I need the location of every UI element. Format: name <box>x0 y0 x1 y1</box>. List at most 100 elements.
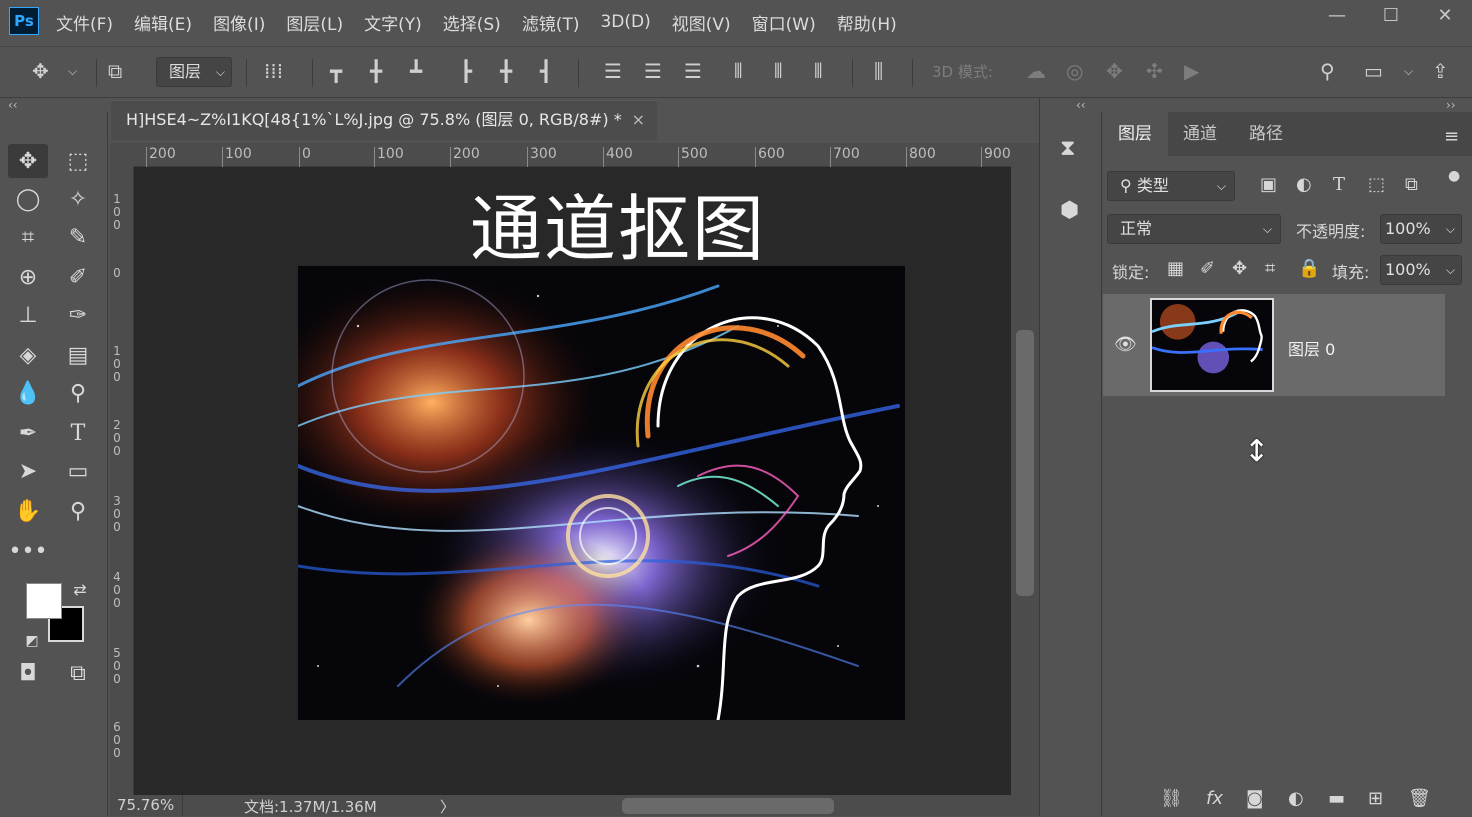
opacity-field[interactable]: 100% ⌵ <box>1380 214 1462 244</box>
menu-item[interactable]: 文字(Y) <box>364 10 422 35</box>
menu-item[interactable]: 视图(V) <box>672 10 731 35</box>
chevron-down-icon[interactable]: ⌵ <box>68 59 77 83</box>
menu-item[interactable]: 图像(I) <box>213 10 265 35</box>
horizontal-scroll-thumb[interactable] <box>622 798 834 814</box>
canvas-image[interactable] <box>298 266 905 720</box>
menu-item[interactable]: 文件(F) <box>56 10 113 35</box>
default-colors-icon[interactable]: ◩ <box>18 624 46 658</box>
tab-layers[interactable]: 图层 <box>1102 112 1168 156</box>
pen-tool-icon[interactable]: ✒ <box>8 416 48 450</box>
adjustment-layer-icon[interactable]: ◐ <box>1288 788 1304 809</box>
distribute-vcenter-icon[interactable]: ☰ <box>644 59 662 83</box>
magic-wand-icon[interactable]: ✧ <box>58 182 98 216</box>
chevron-down-icon[interactable]: ⌵ <box>1404 59 1413 83</box>
blend-mode-dropdown[interactable]: 正常 ⌵ <box>1107 214 1281 244</box>
swap-colors-icon[interactable]: ⇄ <box>66 572 94 606</box>
close-icon[interactable]: × <box>632 101 645 139</box>
zoom-level[interactable]: 75.76% <box>117 796 174 814</box>
fill-field[interactable]: 100% ⌵ <box>1380 255 1462 285</box>
hand-tool-icon[interactable]: ✋ <box>8 494 48 528</box>
panel-menu-icon[interactable]: ≡ <box>1444 126 1459 147</box>
menu-item[interactable]: 帮助(H) <box>837 10 897 35</box>
history-panel-icon[interactable]: ⧗ <box>1060 136 1075 161</box>
document-tab[interactable]: H]HSE4~Z%I1KQ[48{1%`L%J.jpg @ 75.8% (图层 … <box>111 100 657 140</box>
clone-stamp-icon[interactable]: ⊥ <box>8 298 48 332</box>
status-menu-arrow[interactable]: 〉 <box>440 796 455 817</box>
menu-item[interactable]: 编辑(E) <box>134 10 192 35</box>
align-right-icon[interactable]: ┫ <box>540 59 552 83</box>
filter-smart-object-icon[interactable]: ⧉ <box>1405 174 1418 195</box>
zoom-tool-icon[interactable]: ⚲ <box>58 494 98 528</box>
filter-pixel-icon[interactable]: ▣ <box>1260 174 1277 195</box>
auto-select-icon[interactable]: ⧉ <box>108 59 122 83</box>
menu-item[interactable]: 窗口(W) <box>752 10 816 35</box>
move-tool-icon[interactable]: ✥ <box>32 59 49 83</box>
collapse-toolbar-icon[interactable]: ‹‹ <box>8 98 18 112</box>
collapse-dock-icon[interactable]: ‹‹ <box>1076 98 1086 112</box>
vertical-scroll-thumb[interactable] <box>1016 330 1034 596</box>
marquee-tool-icon[interactable]: ⬚ <box>58 144 98 178</box>
align-hcenter-icon[interactable]: ╋ <box>500 59 512 83</box>
tab-channels[interactable]: 通道 <box>1168 112 1232 156</box>
align-vcenter-icon[interactable]: ╋ <box>370 59 382 83</box>
collapse-panel-icon[interactable]: ›› <box>1446 98 1456 112</box>
new-group-icon[interactable]: ▬ <box>1328 788 1345 809</box>
path-select-icon[interactable]: ➤ <box>8 454 48 488</box>
brush-tool-icon[interactable]: ✐ <box>58 260 98 294</box>
distribute-hcenter-icon[interactable]: ⫴ <box>774 59 782 83</box>
menu-item[interactable]: 滤镜(T) <box>522 10 580 35</box>
filter-shape-icon[interactable]: ⬚ <box>1368 174 1385 195</box>
distribute-bottom-icon[interactable]: ☰ <box>684 59 702 83</box>
photoshop-logo[interactable]: Ps <box>9 7 39 35</box>
lock-artboard-icon[interactable]: ⌗ <box>1265 258 1275 279</box>
crop-tool-icon[interactable]: ⌗ <box>8 220 48 254</box>
filter-type-icon[interactable]: T <box>1333 174 1345 195</box>
minimize-button[interactable]: — <box>1310 0 1364 30</box>
search-icon[interactable]: ⚲ <box>1320 59 1335 83</box>
menu-item[interactable]: 选择(S) <box>443 10 501 35</box>
3d-panel-icon[interactable]: ⬢ <box>1060 198 1079 223</box>
layer-style-icon[interactable]: fx <box>1206 788 1223 809</box>
visibility-eye-icon[interactable]: 👁 <box>1114 334 1137 355</box>
type-tool-icon[interactable]: T <box>58 416 98 450</box>
new-layer-icon[interactable]: ⊞ <box>1368 788 1383 809</box>
tab-paths[interactable]: 路径 <box>1234 112 1298 156</box>
menu-item[interactable]: 3D(D) <box>600 12 650 32</box>
maximize-button[interactable]: ☐ <box>1364 0 1418 30</box>
lock-position-icon[interactable]: ✥ <box>1232 258 1247 279</box>
gradient-tool-icon[interactable]: ▤ <box>58 338 98 372</box>
distribute-right-icon[interactable]: ⫴ <box>814 59 822 83</box>
dodge-tool-icon[interactable]: ⚲ <box>58 376 98 410</box>
distribute-top-icon[interactable]: ☰ <box>604 59 622 83</box>
filter-kind-dropdown[interactable]: ⚲ 类型 ⌵ <box>1107 171 1235 201</box>
layer-thumbnail[interactable] <box>1150 298 1274 392</box>
history-brush-icon[interactable]: ✑ <box>58 298 98 332</box>
lock-transparent-icon[interactable]: ▦ <box>1167 258 1184 279</box>
rectangle-tool-icon[interactable]: ▭ <box>58 454 98 488</box>
add-mask-icon[interactable]: ◙ <box>1246 788 1263 809</box>
move-tool-icon[interactable]: ✥ <box>8 144 48 178</box>
distribute-left-icon[interactable]: ⫴ <box>734 59 742 83</box>
quick-mask-icon[interactable]: ◘ <box>8 656 48 690</box>
delete-layer-icon[interactable]: 🗑 <box>1408 788 1431 809</box>
align-bottom-icon[interactable]: ┻ <box>410 59 422 83</box>
blur-tool-icon[interactable]: 💧 <box>8 376 48 410</box>
align-top-icon[interactable]: ┳ <box>330 59 342 83</box>
lasso-tool-icon[interactable]: ◯ <box>8 182 48 216</box>
screen-mode-icon[interactable]: ⧉ <box>58 656 98 690</box>
close-button[interactable]: ✕ <box>1418 0 1472 30</box>
align-left-icon[interactable]: ┣ <box>460 59 472 83</box>
auto-select-dropdown[interactable]: 图层 ⌵ <box>156 57 232 87</box>
filter-toggle-icon[interactable]: ● <box>1448 168 1460 184</box>
layer-name[interactable]: 图层 0 <box>1288 336 1335 360</box>
transform-controls-icon[interactable]: ⁞⁞⁞ <box>264 59 283 83</box>
eyedropper-icon[interactable]: ✎ <box>58 220 98 254</box>
healing-brush-icon[interactable]: ⊕ <box>8 260 48 294</box>
share-icon[interactable]: ⇪ <box>1432 59 1449 83</box>
menu-item[interactable]: 图层(L) <box>286 10 343 35</box>
eraser-tool-icon[interactable]: ◈ <box>8 338 48 372</box>
filter-adjustment-icon[interactable]: ◐ <box>1296 174 1312 195</box>
lock-all-icon[interactable]: 🔒 <box>1298 258 1320 279</box>
link-layers-icon[interactable]: ⛓ <box>1160 788 1183 809</box>
more-tools-icon[interactable]: ••• <box>8 534 48 568</box>
